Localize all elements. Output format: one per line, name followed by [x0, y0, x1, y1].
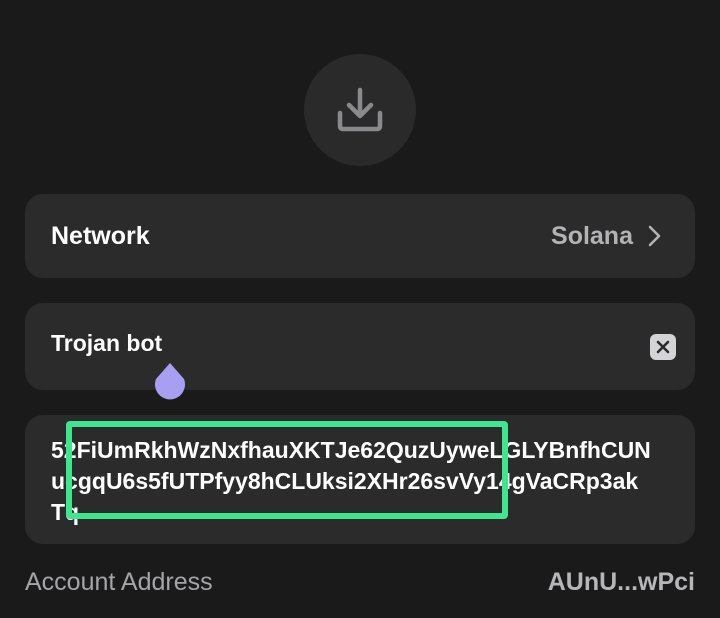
clear-icon[interactable]	[650, 333, 676, 360]
import-wallet-screen: Network Solana 52FiUmRkhWzNxfhauXKTJe62Q…	[0, 0, 720, 618]
text-cursor-handle-icon[interactable]	[153, 362, 187, 400]
wallet-name-field	[25, 303, 695, 390]
account-address-row: Account Address AUnU...wPci	[25, 568, 695, 597]
network-value: Solana	[551, 221, 633, 250]
chevron-right-icon	[647, 225, 661, 247]
network-label: Network	[51, 221, 150, 250]
network-selector[interactable]: Network Solana	[25, 194, 695, 278]
network-value-group: Solana	[551, 222, 661, 251]
download-button[interactable]	[304, 54, 416, 166]
download-icon	[337, 87, 383, 132]
private-key-text: 52FiUmRkhWzNxfhauXKTJe62QuzUyweLGLYBnfhC…	[51, 437, 651, 525]
wallet-name-input[interactable]	[51, 330, 551, 357]
account-address-value[interactable]: AUnU...wPci	[548, 568, 695, 597]
account-address-label: Account Address	[25, 568, 213, 596]
private-key-field[interactable]: 52FiUmRkhWzNxfhauXKTJe62QuzUyweLGLYBnfhC…	[25, 415, 695, 544]
